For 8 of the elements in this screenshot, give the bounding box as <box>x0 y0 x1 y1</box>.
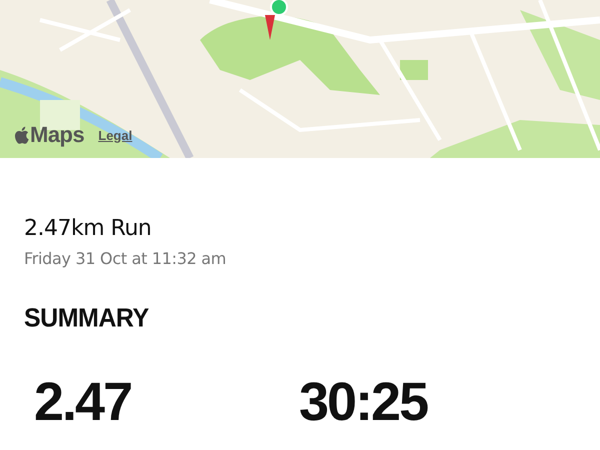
apple-logo-icon <box>14 126 29 144</box>
section-heading: SUMMARY <box>24 303 150 334</box>
maps-brand: Maps <box>30 122 84 148</box>
stat-value: 2.47 <box>34 375 132 429</box>
activity-title: 2.47km Run <box>24 216 152 241</box>
stat-value: 30:25 <box>299 375 428 429</box>
activity-date: Friday 31 Oct at 11:32 am <box>24 249 228 268</box>
legal-link[interactable]: Legal <box>98 128 132 142</box>
